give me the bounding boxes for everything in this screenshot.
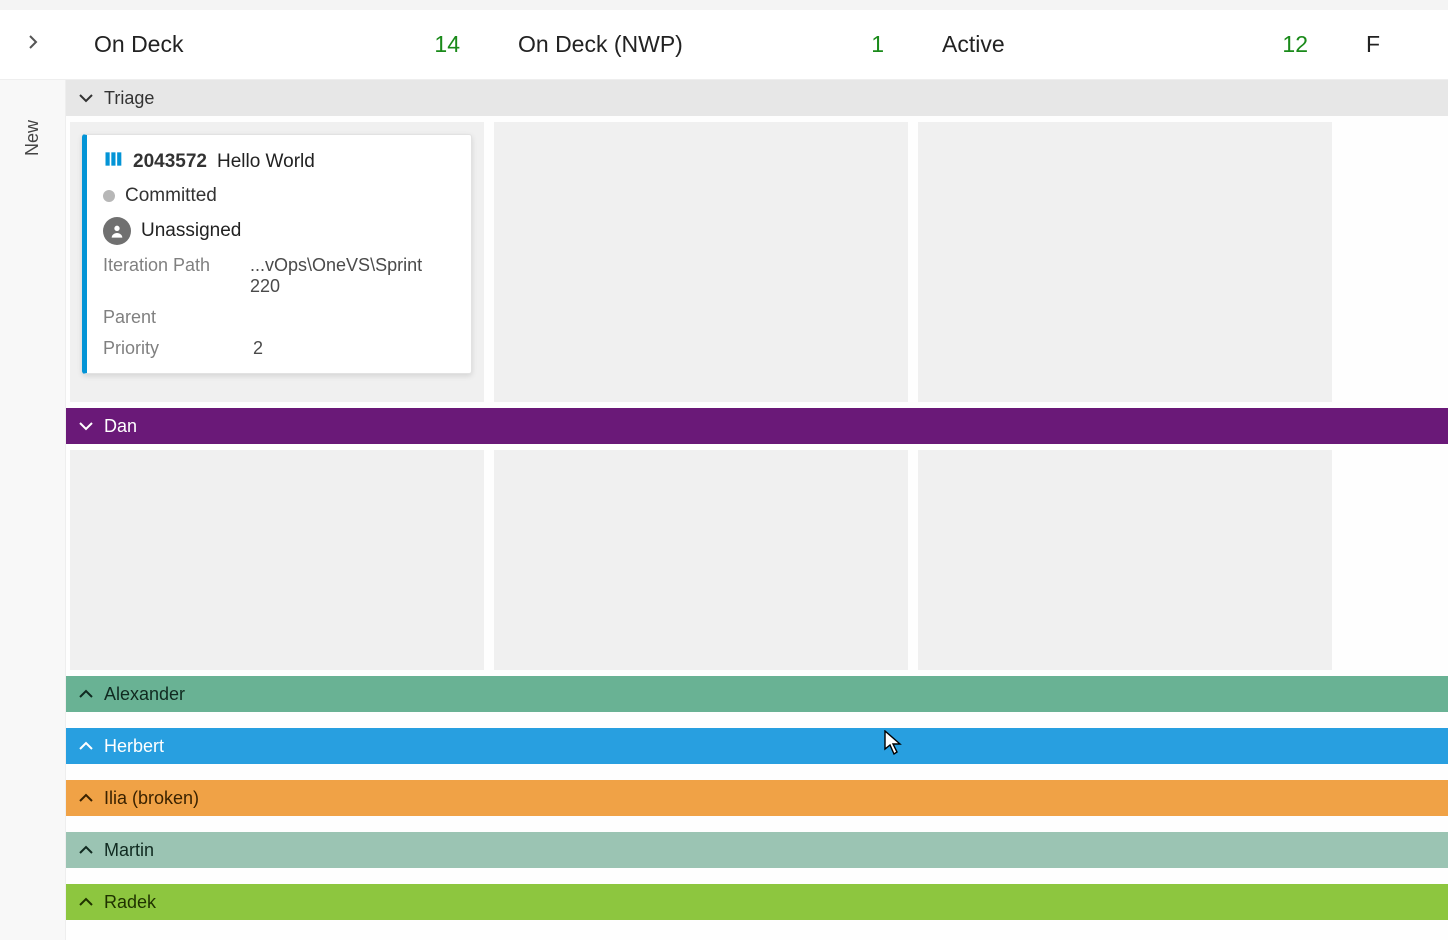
top-strip	[0, 0, 1448, 10]
field-label: Iteration Path	[103, 255, 250, 297]
swimlane-header-dan[interactable]: Dan	[66, 408, 1448, 444]
swimlane-header-radek[interactable]: Radek	[66, 884, 1448, 920]
column-header-partial[interactable]: F	[1338, 10, 1448, 79]
board-cell[interactable]	[494, 122, 908, 402]
swimlane-header-triage[interactable]: Triage	[66, 80, 1448, 116]
side-swimlane-label: New	[22, 120, 43, 156]
field-label: Parent	[103, 307, 253, 328]
board-cell[interactable]	[918, 122, 1332, 402]
swimlane-label: Radek	[104, 892, 156, 913]
column-header-row: On Deck 14 On Deck (NWP) 1 Active 12 F	[0, 10, 1448, 80]
chevron-down-icon	[78, 90, 94, 106]
chevron-up-icon	[78, 842, 94, 858]
board-cell[interactable]	[494, 450, 908, 670]
field-value: ...vOps\OneVS\Sprint 220	[250, 255, 453, 297]
swimlane-content-dan	[66, 444, 1448, 676]
column-header-active[interactable]: Active 12	[914, 10, 1338, 79]
column-count: 12	[1282, 31, 1308, 58]
column-count: 1	[871, 31, 884, 58]
column-header-on-deck-nwp[interactable]: On Deck (NWP) 1	[490, 10, 914, 79]
work-item-assignee: Unassigned	[141, 220, 241, 242]
work-item-title: Hello World	[217, 151, 315, 173]
board-main: Triage 2043572 Hello World	[66, 80, 1448, 940]
field-label: Priority	[103, 338, 253, 359]
board-cell[interactable]	[70, 450, 484, 670]
swimlane-header-ilia[interactable]: Ilia (broken)	[66, 780, 1448, 816]
swimlane-header-herbert[interactable]: Herbert	[66, 728, 1448, 764]
work-item-type-icon	[103, 149, 123, 175]
avatar-icon	[103, 217, 131, 245]
swimlane-label: Herbert	[104, 736, 164, 757]
column-name: On Deck (NWP)	[518, 31, 683, 58]
expand-columns-toggle[interactable]	[0, 10, 66, 79]
board-body: New Triage 2043572 He	[0, 80, 1448, 940]
column-name: On Deck	[94, 31, 183, 58]
swimlane-header-alexander[interactable]: Alexander	[66, 676, 1448, 712]
column-name: Active	[942, 31, 1005, 58]
swimlane-label: Ilia (broken)	[104, 788, 199, 809]
column-count: 14	[434, 31, 460, 58]
swimlane-label: Alexander	[104, 684, 185, 705]
board-cell[interactable]	[918, 450, 1332, 670]
chevron-up-icon	[78, 686, 94, 702]
field-value: 2	[253, 338, 263, 359]
chevron-down-icon	[78, 418, 94, 434]
board-cell[interactable]: 2043572 Hello World Committed Unassigned	[70, 122, 484, 402]
collapsed-swimlane-stack: Alexander Herbert Ilia (broken)	[66, 676, 1448, 920]
state-indicator-icon	[103, 190, 115, 202]
card-field-row: Iteration Path ...vOps\OneVS\Sprint 220	[103, 255, 453, 297]
column-header-on-deck[interactable]: On Deck 14	[66, 10, 490, 79]
chevron-up-icon	[78, 894, 94, 910]
swimlane-label: Martin	[104, 840, 154, 861]
kanban-board: On Deck 14 On Deck (NWP) 1 Active 12 F N…	[0, 0, 1448, 940]
swimlane-label: Triage	[104, 88, 154, 109]
card-field-row: Parent	[103, 307, 453, 328]
swimlane-label: Dan	[104, 416, 137, 437]
swimlane-header-martin[interactable]: Martin	[66, 832, 1448, 868]
column-name: F	[1366, 31, 1380, 58]
work-item-card[interactable]: 2043572 Hello World Committed Unassigned	[82, 134, 472, 374]
swimlane-content-triage: 2043572 Hello World Committed Unassigned	[66, 116, 1448, 408]
card-field-row: Priority 2	[103, 338, 453, 359]
work-item-state: Committed	[125, 185, 217, 207]
chevron-up-icon	[78, 790, 94, 806]
chevron-up-icon	[78, 738, 94, 754]
work-item-id: 2043572	[133, 151, 207, 173]
chevron-right-icon	[25, 33, 41, 56]
side-swimlane-new[interactable]: New	[0, 80, 66, 940]
